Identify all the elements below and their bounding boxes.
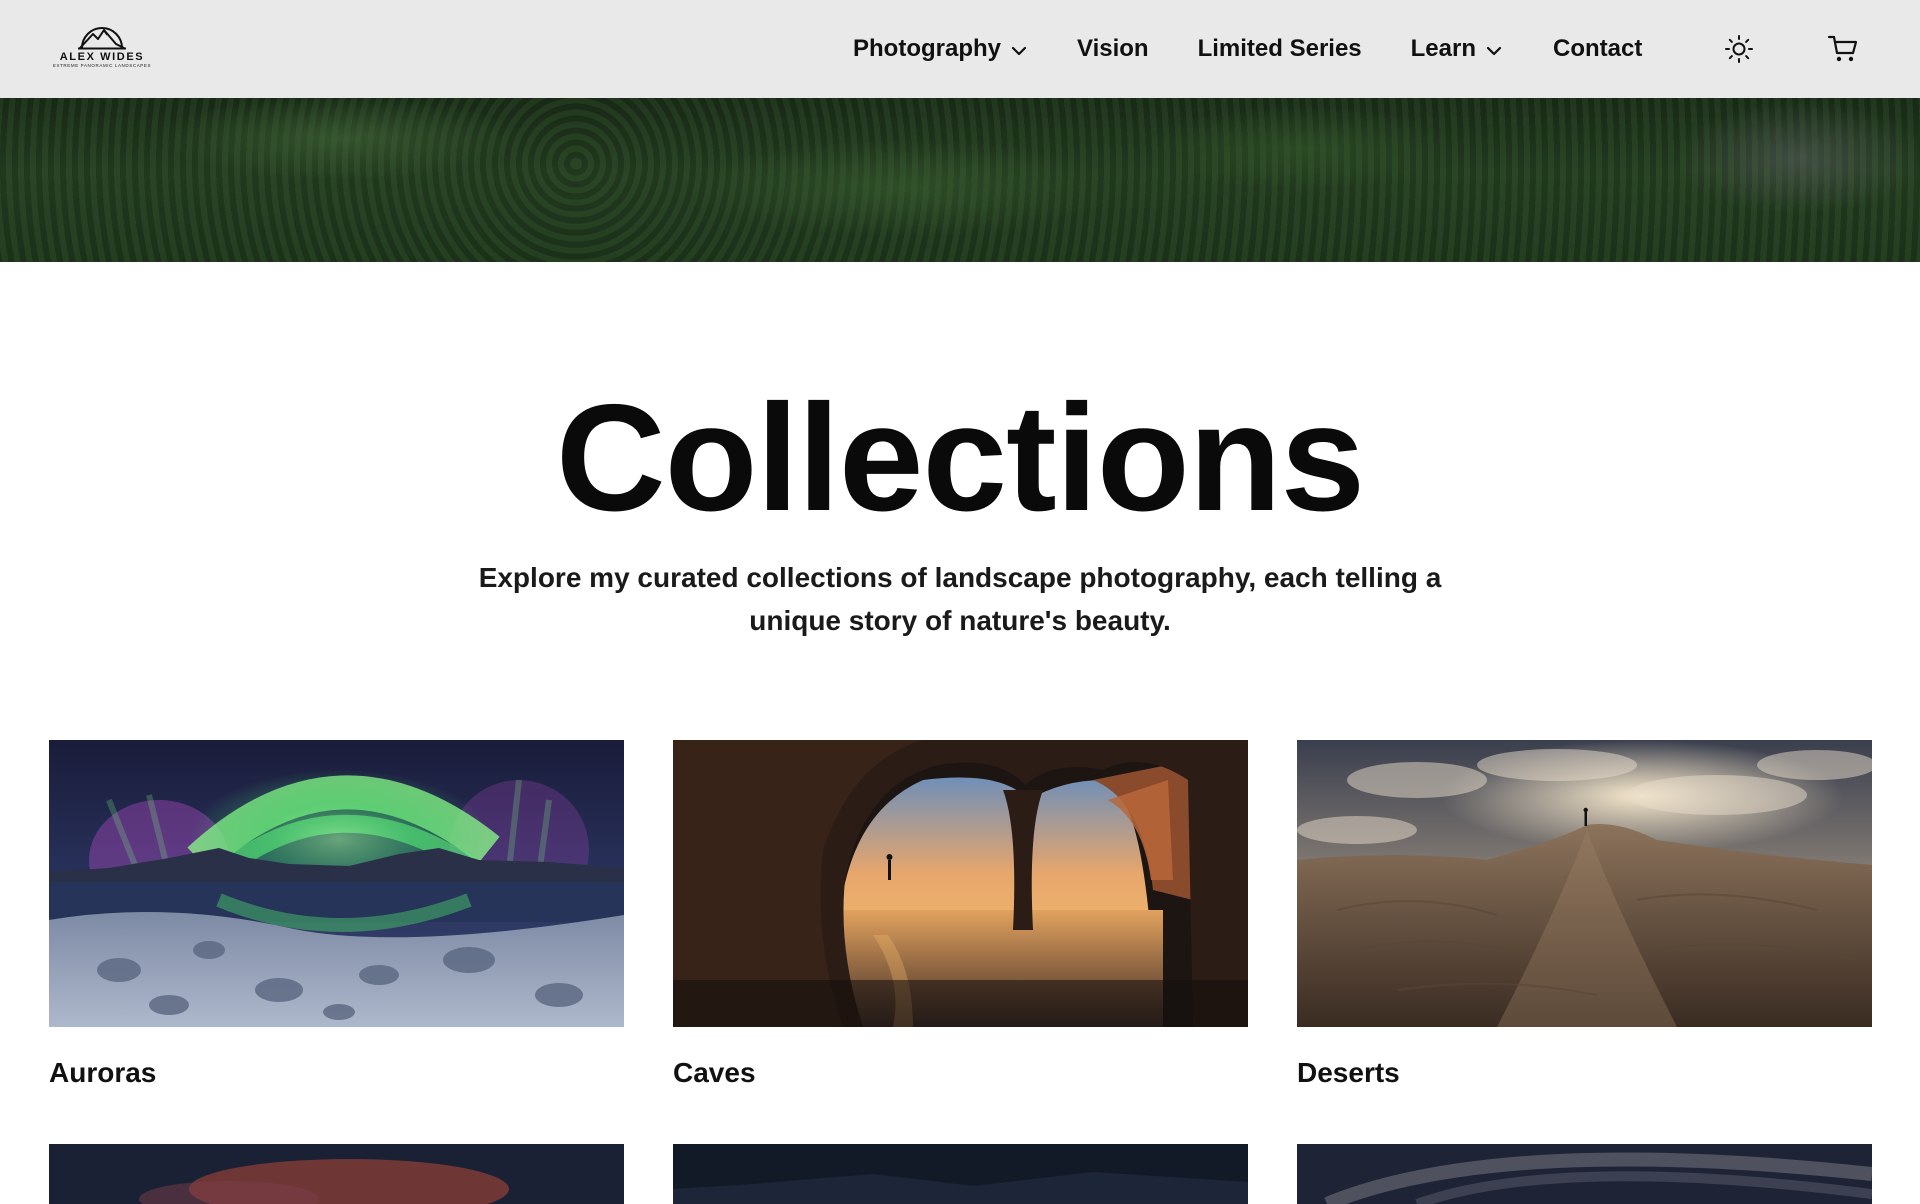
brand-logo[interactable]: ALEX WIDES EXTREME PANORAMIC LANDSCAPES <box>52 22 152 76</box>
main-menu: Photography Vision Limited Series Learn … <box>853 0 1642 98</box>
subtitle-line: unique story of nature's beauty. <box>749 605 1171 636</box>
collection-label: Caves <box>673 1057 756 1088</box>
top-nav: ALEX WIDES EXTREME PANORAMIC LANDSCAPES … <box>0 0 1920 98</box>
nav-photography[interactable]: Photography <box>853 35 1027 63</box>
collection-thumbnail <box>49 1144 624 1204</box>
nav-contact[interactable]: Contact <box>1553 35 1642 63</box>
collection-card[interactable] <box>1297 1144 1872 1204</box>
hero-image <box>0 98 1920 262</box>
nav-photography-label: Photography <box>853 35 1001 62</box>
collection-card[interactable] <box>673 1144 1248 1204</box>
cart-icon <box>1827 35 1858 62</box>
collection-card-caves[interactable]: Caves <box>673 740 1248 1089</box>
collection-card-auroras[interactable]: Auroras <box>49 740 624 1089</box>
nav-learn[interactable]: Learn <box>1411 35 1502 63</box>
nav-limited-series-label: Limited Series <box>1197 35 1362 62</box>
nav-contact-label: Contact <box>1553 35 1643 62</box>
theme-toggle-button[interactable] <box>1723 33 1755 65</box>
subtitle-line: Explore my curated collections of landsc… <box>478 562 1442 593</box>
collection-thumbnail <box>1297 1144 1872 1204</box>
collection-label: Deserts <box>1297 1057 1400 1088</box>
collection-label: Auroras <box>49 1057 157 1088</box>
nav-vision-label: Vision <box>1077 35 1149 62</box>
chevron-down-icon <box>1486 35 1502 63</box>
page-subtitle: Explore my curated collections of landsc… <box>460 556 1460 642</box>
caves-thumbnail <box>673 740 1248 1027</box>
collection-card[interactable] <box>49 1144 624 1204</box>
collection-card-deserts[interactable]: Deserts <box>1297 740 1872 1089</box>
brand-name: ALEX WIDES <box>59 51 145 63</box>
nav-vision[interactable]: Vision <box>1077 35 1149 63</box>
cart-button[interactable] <box>1827 33 1859 65</box>
mountain-logo-icon <box>78 27 126 50</box>
deserts-thumbnail <box>1297 740 1872 1027</box>
page-title: Collections <box>555 373 1365 543</box>
sun-icon <box>1725 35 1753 63</box>
collection-thumbnail <box>673 1144 1248 1204</box>
chevron-down-icon <box>1011 35 1027 63</box>
auroras-thumbnail <box>49 740 624 1027</box>
nav-limited-series[interactable]: Limited Series <box>1198 35 1362 63</box>
brand-tagline: EXTREME PANORAMIC LANDSCAPES <box>52 63 152 68</box>
nav-learn-label: Learn <box>1410 35 1476 62</box>
